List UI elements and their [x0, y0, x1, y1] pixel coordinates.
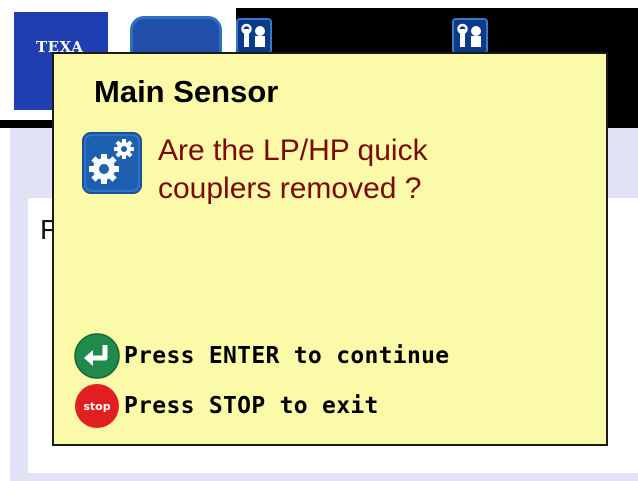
dialog-question: Are the LP/HP quick couplers removed ? — [158, 134, 428, 205]
dialog-title: Main Sensor — [94, 74, 279, 109]
confirmation-dialog: Main Sensor Are the LP/HP quick couplers… — [52, 52, 608, 446]
technician-tools-icon[interactable] — [452, 18, 488, 54]
enter-action[interactable]: Press ENTER to continue — [74, 333, 449, 379]
gears-icon — [82, 132, 142, 194]
stop-instruction: Press STOP to exit — [124, 393, 379, 419]
stop-sign-icon[interactable]: stop — [74, 383, 120, 429]
enter-key-icon[interactable] — [74, 333, 120, 379]
enter-instruction: Press ENTER to continue — [124, 343, 450, 369]
stop-action[interactable]: stop Press STOP to exit — [74, 383, 379, 429]
technician-tools-icon[interactable] — [236, 18, 272, 54]
stop-sign-label: stop — [83, 400, 110, 413]
diagnostic-screen: TEXA F Main Sensor Are the LP/HP quick c… — [0, 0, 638, 481]
